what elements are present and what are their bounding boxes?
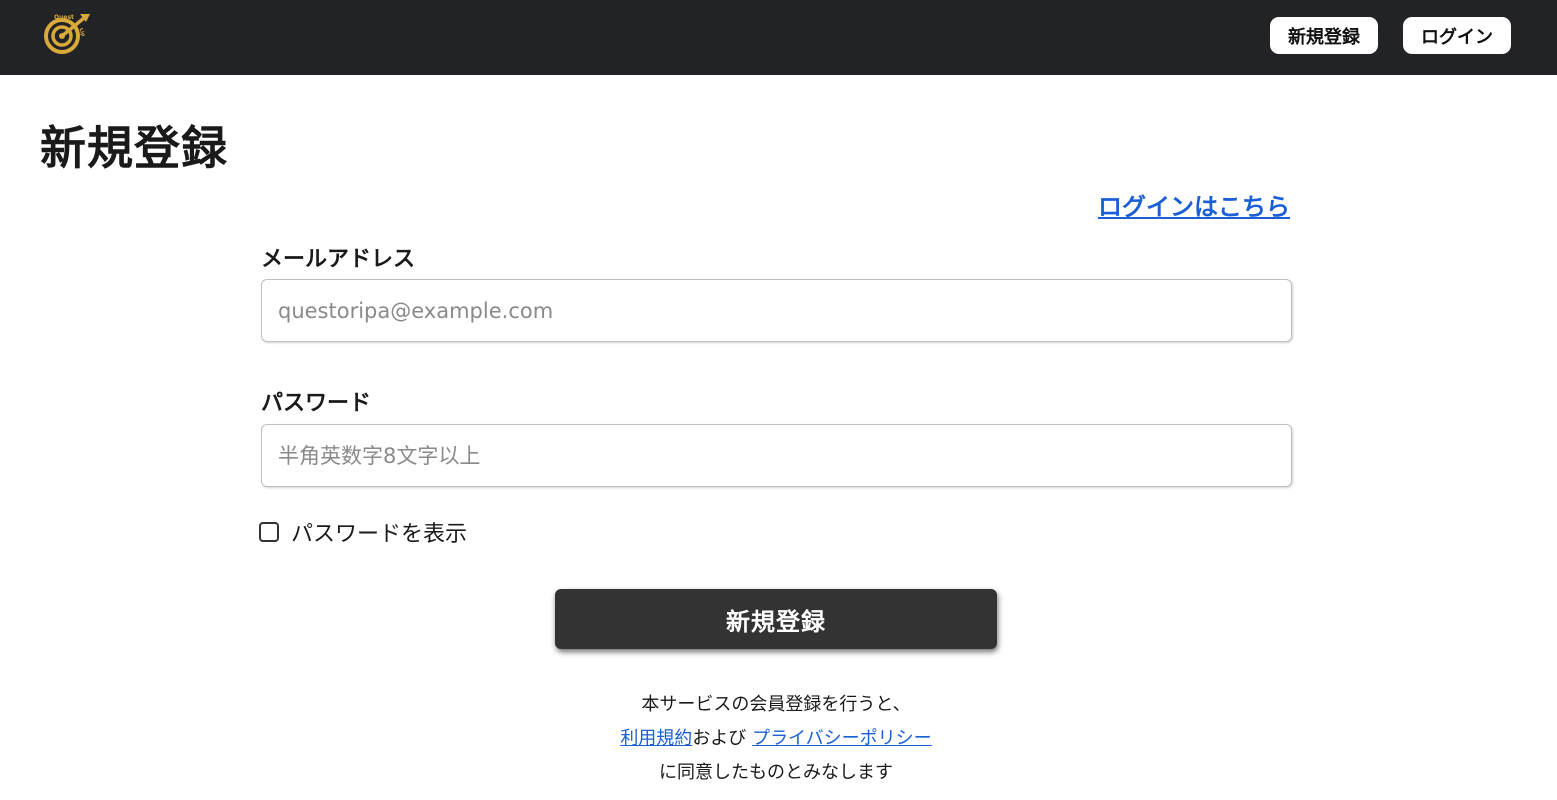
notice-line-3: に同意したものとみなします <box>659 762 893 783</box>
page-title: 新規登録 <box>40 121 228 175</box>
show-password-checkbox[interactable] <box>259 522 279 542</box>
password-label: パスワード <box>261 391 372 416</box>
email-field[interactable] <box>261 279 1292 342</box>
svg-text:Quest: Quest <box>54 14 74 21</box>
notice-line-1: 本サービスの会員登録を行うと、 <box>641 694 911 715</box>
email-label: メールアドレス <box>261 247 416 272</box>
target-arrow-logo-icon[interactable]: Quest Lip <box>40 10 96 56</box>
top-navbar: Quest Lip 新規登録 ログイン <box>0 0 1557 75</box>
terms-notice: 本サービスの会員登録を行うと、 利用規約および プライバシーポリシー に同意した… <box>0 688 1552 790</box>
privacy-policy-link[interactable]: プライバシーポリシー <box>752 728 932 749</box>
show-password-toggle[interactable]: パスワードを表示 <box>259 516 467 548</box>
show-password-label[interactable]: パスワードを表示 <box>291 516 467 548</box>
terms-link[interactable]: 利用規約 <box>620 728 692 749</box>
header-login-button[interactable]: ログイン <box>1403 17 1511 54</box>
signup-submit-button[interactable]: 新規登録 <box>555 589 997 649</box>
header-signup-button[interactable]: 新規登録 <box>1270 17 1378 54</box>
password-field[interactable] <box>261 424 1292 487</box>
notice-and-text: および <box>692 728 747 749</box>
login-link[interactable]: ログインはこちら <box>1098 187 1290 222</box>
notice-line-2: 利用規約および プライバシーポリシー <box>0 722 1552 756</box>
